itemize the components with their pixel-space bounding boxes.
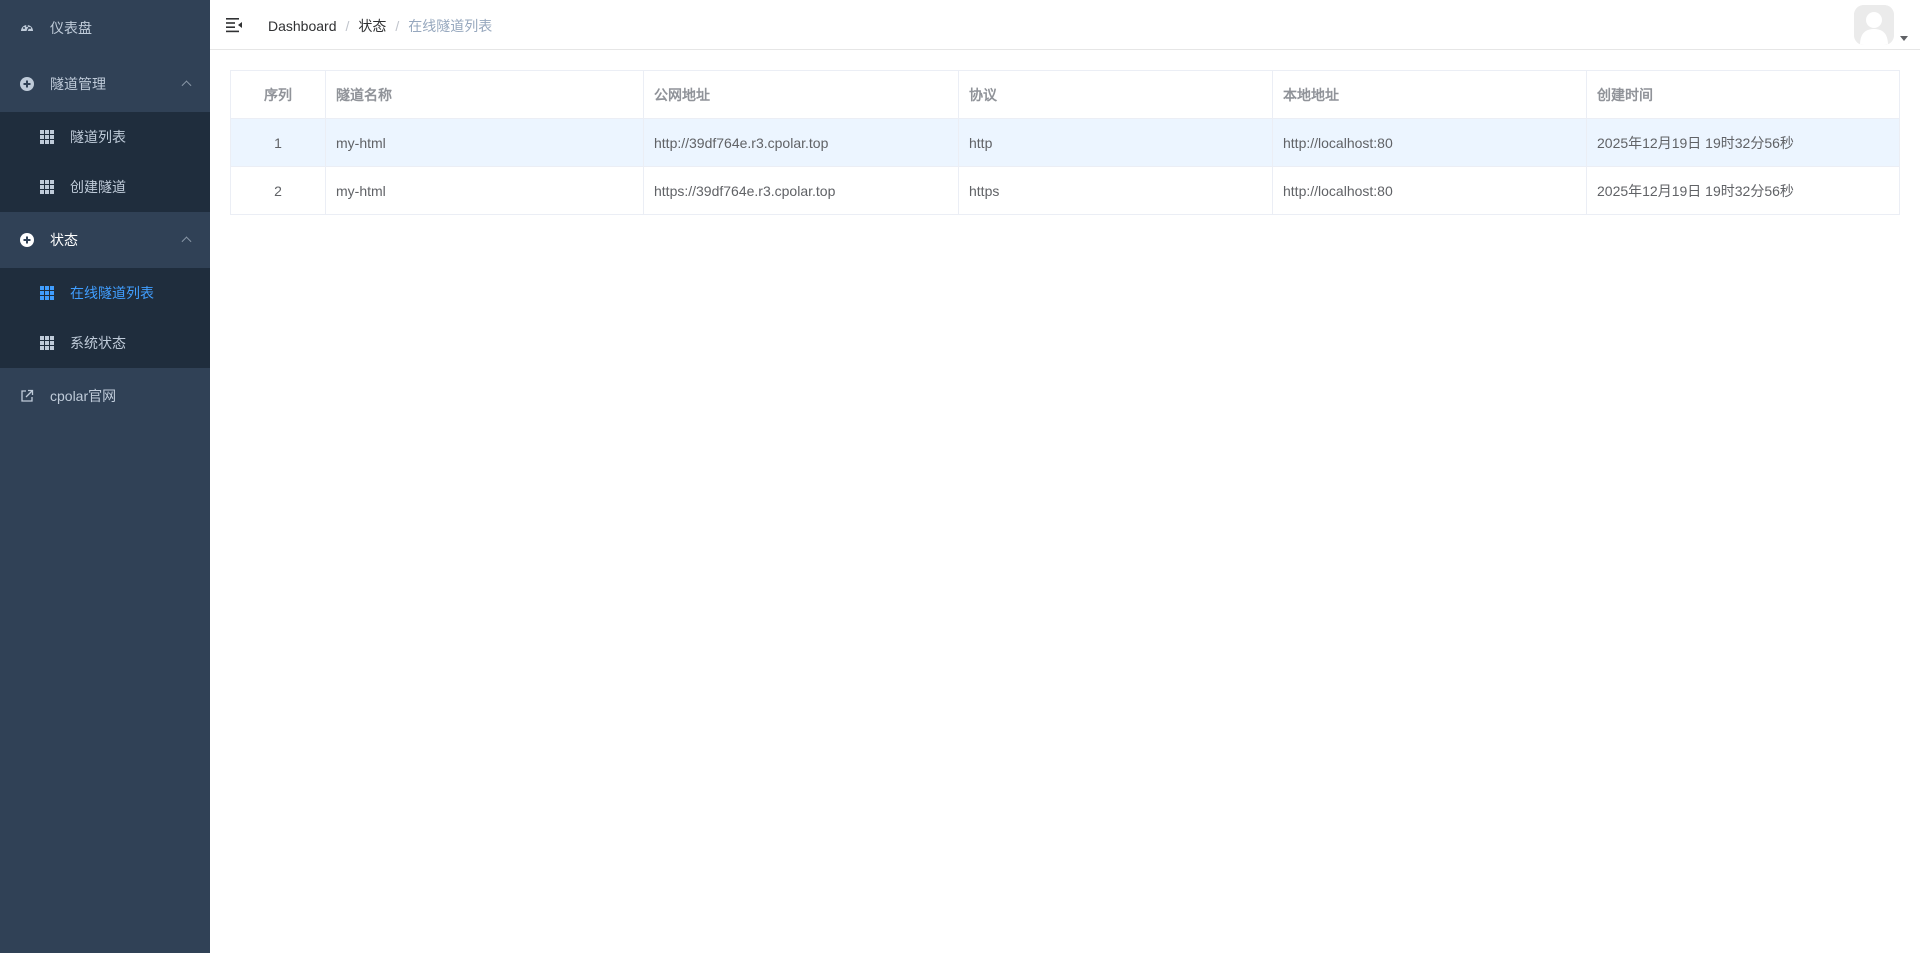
breadcrumb-separator: / <box>395 18 400 34</box>
sidebar-group-tunnel-management[interactable]: 隧道管理 <box>0 56 210 112</box>
external-link-icon <box>20 389 34 403</box>
breadcrumb-separator: / <box>345 18 350 34</box>
plus-circle-icon <box>20 233 34 247</box>
column-header: 创建时间 <box>1586 70 1900 119</box>
user-silhouette-icon <box>1854 5 1894 45</box>
sidebar-group-status[interactable]: 状态 <box>0 212 210 268</box>
sidebar-item-label: 在线隧道列表 <box>70 285 154 301</box>
plus-circle-icon <box>20 77 34 91</box>
column-header: 隧道名称 <box>325 70 644 119</box>
table-cell: 2 <box>230 166 326 215</box>
table-icon <box>40 286 54 300</box>
table-cell: http://localhost:80 <box>1272 166 1587 215</box>
table-cell: http <box>958 118 1273 167</box>
column-header: 序列 <box>230 70 326 119</box>
sidebar-item-label: 仪表盘 <box>50 20 92 36</box>
table-cell: https <box>958 166 1273 215</box>
sidebar-item-label: 隧道列表 <box>70 129 126 145</box>
dashboard-icon <box>20 21 34 35</box>
sidebar-item-online-tunnels[interactable]: 在线隧道列表 <box>0 268 210 318</box>
table-cell: 1 <box>230 118 326 167</box>
table-header-row: 序列 隧道名称 公网地址 协议 本地地址 创建时间 <box>230 70 1900 119</box>
breadcrumb: Dashboard / 状态 / 在线隧道列表 <box>268 16 492 36</box>
sidebar-item-tunnel-list[interactable]: 隧道列表 <box>0 112 210 162</box>
breadcrumb-item-dashboard[interactable]: Dashboard <box>268 18 337 34</box>
submenu-status: 在线隧道列表 系统状态 <box>0 268 210 368</box>
online-tunnels-table: 序列 隧道名称 公网地址 协议 本地地址 创建时间 1 my-html http… <box>230 70 1900 215</box>
breadcrumb-item-current: 在线隧道列表 <box>408 18 493 34</box>
sidebar-item-system-status[interactable]: 系统状态 <box>0 318 210 368</box>
table-row[interactable]: 1 my-html http://39df764e.r3.cpolar.top … <box>230 118 1900 167</box>
sidebar-group-label: 状态 <box>50 232 78 248</box>
table-cell: my-html <box>325 166 644 215</box>
submenu-tunnel-management: 隧道列表 创建隧道 <box>0 112 210 212</box>
hamburger-icon[interactable] <box>225 16 243 34</box>
sidebar-group-label: 隧道管理 <box>50 76 106 92</box>
sidebar-item-label: 系统状态 <box>70 335 126 351</box>
column-header: 协议 <box>958 70 1273 119</box>
table-icon <box>40 180 54 194</box>
column-header: 公网地址 <box>643 70 959 119</box>
table-row[interactable]: 2 my-html https://39df764e.r3.cpolar.top… <box>230 166 1900 215</box>
sidebar-item-label: cpolar官网 <box>50 388 117 404</box>
main-content: 序列 隧道名称 公网地址 协议 本地地址 创建时间 1 my-html http… <box>230 70 1900 215</box>
table-icon <box>40 336 54 350</box>
avatar[interactable] <box>1854 5 1894 45</box>
sidebar-item-create-tunnel[interactable]: 创建隧道 <box>0 162 210 212</box>
user-menu[interactable] <box>1854 5 1908 45</box>
sidebar-item-cpolar-website[interactable]: cpolar官网 <box>0 368 210 424</box>
table-cell: http://localhost:80 <box>1272 118 1587 167</box>
breadcrumb-item-status: 状态 <box>358 18 387 34</box>
sidebar-item-dashboard[interactable]: 仪表盘 <box>0 0 210 56</box>
table-cell: 2025年12月19日 19时32分56秒 <box>1586 118 1900 167</box>
sidebar-item-label: 创建隧道 <box>70 179 126 195</box>
table-cell: https://39df764e.r3.cpolar.top <box>643 166 959 215</box>
chevron-up-icon <box>181 236 192 247</box>
sidebar: 仪表盘 隧道管理 隧道列表 创建隧道 状态 在线隧道列表 系统状态 cpolar… <box>0 0 210 953</box>
column-header: 本地地址 <box>1272 70 1587 119</box>
table-cell: 2025年12月19日 19时32分56秒 <box>1586 166 1900 215</box>
caret-down-icon[interactable] <box>1900 36 1908 41</box>
chevron-up-icon <box>181 80 192 91</box>
navbar: Dashboard / 状态 / 在线隧道列表 <box>210 0 1920 50</box>
table-cell: http://39df764e.r3.cpolar.top <box>643 118 959 167</box>
table-icon <box>40 130 54 144</box>
table-cell: my-html <box>325 118 644 167</box>
